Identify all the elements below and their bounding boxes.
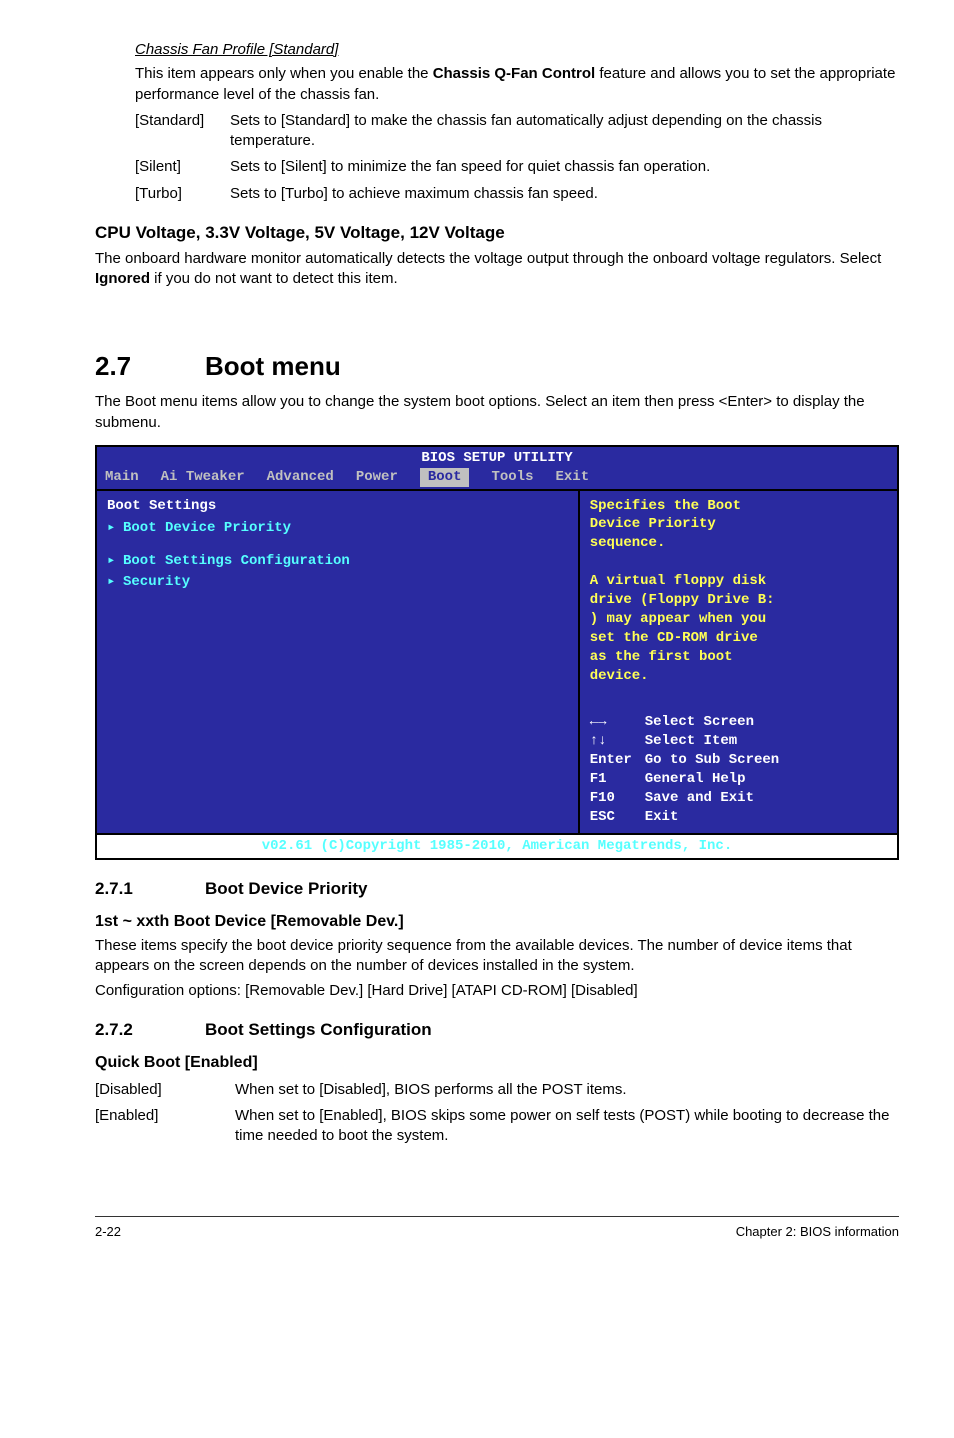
bios-screenshot: BIOS SETUP UTILITY Main Ai Tweaker Advance… bbox=[95, 445, 899, 860]
bios-help-line: drive (Floppy Drive B: bbox=[590, 591, 887, 610]
triangle-icon: ▸ bbox=[107, 519, 123, 538]
footer-left: 2-22 bbox=[95, 1223, 121, 1241]
sec271-num: 2.7.1 bbox=[95, 878, 205, 901]
bios-menu-item: ▸Security bbox=[107, 573, 568, 592]
bios-menu-label: Boot Device Priority bbox=[123, 519, 291, 538]
bios-menu-item: ▸Boot Device Priority bbox=[107, 519, 568, 538]
bios-menu-item: ▸Boot Settings Configuration bbox=[107, 552, 568, 571]
bios-nav-row: F1General Help bbox=[590, 770, 887, 789]
boot-menu-title: Boot menu bbox=[205, 351, 341, 381]
bios-title: BIOS SETUP UTILITY bbox=[97, 447, 897, 468]
intro-prefix: This item appears only when you enable t… bbox=[135, 65, 433, 82]
bios-nav-val: Go to Sub Screen bbox=[645, 751, 779, 770]
bios-nav-row: F10Save and Exit bbox=[590, 789, 887, 808]
bios-nav-key: F1 bbox=[590, 770, 645, 789]
bios-tabs: Main Ai Tweaker Advanced Power Boot Tools Exit bbox=[97, 468, 897, 489]
bios-footer: v02.61 (C)Copyright 1985-2010, American … bbox=[97, 833, 897, 858]
bios-help-line bbox=[590, 553, 887, 572]
cpu-prefix: The onboard hardware monitor automatical… bbox=[95, 250, 881, 267]
bios-left-panel: Boot Settings ▸Boot Device Priority▸Boot… bbox=[97, 491, 580, 833]
bios-nav-key: ESC bbox=[590, 808, 645, 827]
bios-help-line: set the CD-ROM drive bbox=[590, 629, 887, 648]
bios-tab-tools: Tools bbox=[491, 468, 533, 487]
sec272-h4: Quick Boot [Enabled] bbox=[95, 1052, 899, 1074]
boot-menu-heading: 2.7Boot menu bbox=[95, 349, 899, 384]
bios-nav-key: ←→ bbox=[590, 713, 645, 732]
cpu-voltage-heading: CPU Voltage, 3.3V Voltage, 5V Voltage, 1… bbox=[95, 222, 899, 245]
bios-nav-row: ↑↓Select Item bbox=[590, 732, 887, 751]
option-key: [Enabled] bbox=[95, 1106, 235, 1147]
bios-help-line: ) may appear when you bbox=[590, 610, 887, 629]
bios-tab-advanced: Advanced bbox=[267, 468, 334, 487]
bios-menu-label: Boot Settings Configuration bbox=[123, 552, 350, 571]
cpu-voltage-body: The onboard hardware monitor automatical… bbox=[95, 249, 899, 290]
bios-help-line: Device Priority bbox=[590, 515, 887, 534]
bios-tab-boot: Boot bbox=[420, 468, 470, 487]
option-row: [Silent]Sets to [Silent] to minimize the… bbox=[135, 157, 899, 177]
option-key: [Silent] bbox=[135, 157, 230, 177]
bios-tab-main: Main bbox=[105, 468, 139, 487]
option-row: [Enabled]When set to [Enabled], BIOS ski… bbox=[95, 1106, 899, 1147]
option-val: When set to [Disabled], BIOS performs al… bbox=[235, 1080, 899, 1100]
bios-nav-key: Enter bbox=[590, 751, 645, 770]
boot-menu-num: 2.7 bbox=[95, 349, 205, 384]
sec271-title: Boot Device Priority bbox=[205, 879, 368, 898]
chassis-profile-intro: This item appears only when you enable t… bbox=[135, 64, 899, 105]
sec272-num: 2.7.2 bbox=[95, 1019, 205, 1042]
bios-nav-row: EnterGo to Sub Screen bbox=[590, 751, 887, 770]
sec271-h4: 1st ~ xxth Boot Device [Removable Dev.] bbox=[95, 911, 899, 933]
bios-nav: ←→Select Screen↑↓Select ItemEnterGo to S… bbox=[590, 713, 887, 826]
sec271-p1: These items specify the boot device prio… bbox=[95, 936, 899, 977]
bios-nav-val: Save and Exit bbox=[645, 789, 754, 808]
bios-nav-val: Select Screen bbox=[645, 713, 754, 732]
bios-nav-row: ESCExit bbox=[590, 808, 887, 827]
option-row: [Disabled]When set to [Disabled], BIOS p… bbox=[95, 1080, 899, 1100]
boot-menu-intro: The Boot menu items allow you to change … bbox=[95, 392, 899, 433]
bios-tab-power: Power bbox=[356, 468, 398, 487]
option-val: Sets to [Standard] to make the chassis f… bbox=[230, 111, 899, 152]
option-row: [Turbo]Sets to [Turbo] to achieve maximu… bbox=[135, 184, 899, 204]
bios-nav-val: General Help bbox=[645, 770, 746, 789]
option-val: Sets to [Turbo] to achieve maximum chass… bbox=[230, 184, 899, 204]
option-key: [Standard] bbox=[135, 111, 230, 152]
option-key: [Turbo] bbox=[135, 184, 230, 204]
bios-left-heading: Boot Settings bbox=[107, 497, 568, 516]
option-row: [Standard]Sets to [Standard] to make the… bbox=[135, 111, 899, 152]
bios-help-line: as the first boot bbox=[590, 648, 887, 667]
chassis-profile-heading: Chassis Fan Profile [Standard] bbox=[135, 40, 899, 60]
bios-help-line: sequence. bbox=[590, 534, 887, 553]
bios-nav-row: ←→Select Screen bbox=[590, 713, 887, 732]
sec271-p2: Configuration options: [Removable Dev.] … bbox=[95, 981, 899, 1001]
bios-help-line: A virtual floppy disk bbox=[590, 572, 887, 591]
sec272-options: [Disabled]When set to [Disabled], BIOS p… bbox=[95, 1080, 899, 1147]
option-val: Sets to [Silent] to minimize the fan spe… bbox=[230, 157, 899, 177]
bios-tab-ai-tweaker: Ai Tweaker bbox=[161, 468, 245, 487]
intro-bold: Chassis Q-Fan Control bbox=[433, 65, 596, 82]
triangle-icon: ▸ bbox=[107, 573, 123, 592]
sec271-heading: 2.7.1Boot Device Priority bbox=[95, 878, 899, 901]
bios-help-line: Specifies the Boot bbox=[590, 497, 887, 516]
bios-nav-val: Select Item bbox=[645, 732, 737, 751]
bios-menu-label: Security bbox=[123, 573, 190, 592]
option-key: [Disabled] bbox=[95, 1080, 235, 1100]
bios-nav-val: Exit bbox=[645, 808, 679, 827]
sec272-title: Boot Settings Configuration bbox=[205, 1020, 432, 1039]
bios-tab-exit: Exit bbox=[555, 468, 589, 487]
option-val: When set to [Enabled], BIOS skips some p… bbox=[235, 1106, 899, 1147]
footer-right: Chapter 2: BIOS information bbox=[736, 1223, 899, 1241]
sec272-heading: 2.7.2Boot Settings Configuration bbox=[95, 1019, 899, 1042]
cpu-suffix: if you do not want to detect this item. bbox=[150, 270, 398, 287]
page-footer: 2-22 Chapter 2: BIOS information bbox=[95, 1216, 899, 1241]
bios-nav-key: ↑↓ bbox=[590, 732, 645, 751]
bios-nav-key: F10 bbox=[590, 789, 645, 808]
bios-help-line: device. bbox=[590, 667, 887, 686]
bios-help-panel: Specifies the BootDevice Prioritysequenc… bbox=[580, 491, 897, 833]
chassis-options: [Standard]Sets to [Standard] to make the… bbox=[135, 111, 899, 204]
triangle-icon: ▸ bbox=[107, 552, 123, 571]
cpu-bold: Ignored bbox=[95, 270, 150, 287]
